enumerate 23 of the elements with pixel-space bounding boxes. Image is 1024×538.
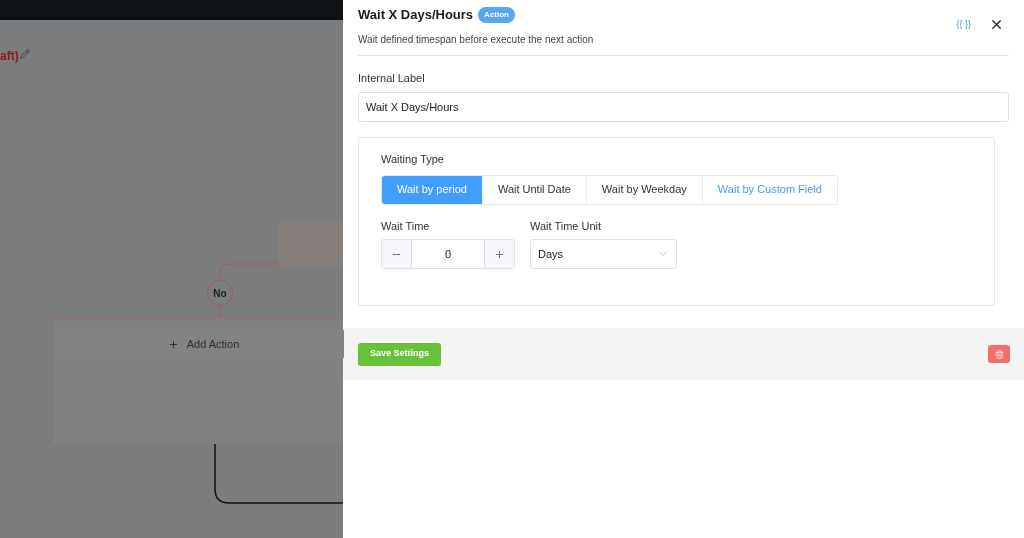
field-label: Wait Time xyxy=(381,218,431,234)
field-label: Wait Time Unit xyxy=(530,218,603,234)
wait-time-value: 0 xyxy=(443,246,453,262)
decrement-button[interactable] xyxy=(382,240,412,268)
internal-label-field[interactable]: Wait X Days/Hours xyxy=(358,92,1009,122)
plus-icon xyxy=(494,248,505,260)
field-label: Internal Label xyxy=(358,70,426,86)
wait-time-unit-select[interactable]: Days xyxy=(530,239,677,269)
connector-line xyxy=(219,263,279,281)
no-node: No xyxy=(207,280,233,306)
workflow-title: aft) xyxy=(0,48,19,65)
field-label: Waiting Type xyxy=(381,152,445,167)
drawer-title: Wait X Days/Hours xyxy=(358,6,474,24)
action-badge: Action xyxy=(478,6,515,23)
increment-button[interactable] xyxy=(484,240,514,268)
trash-icon xyxy=(994,349,1004,359)
drawer-subtitle: Wait defined timespan before execute the next action xyxy=(358,32,594,47)
wait-time-stepper[interactable]: 0 xyxy=(381,239,515,269)
delete-button[interactable] xyxy=(988,345,1010,363)
plus-icon xyxy=(167,338,179,350)
pencil-icon[interactable] xyxy=(20,49,30,59)
add-action-button[interactable]: Add Action xyxy=(63,330,344,358)
close-icon[interactable] xyxy=(989,17,1004,32)
